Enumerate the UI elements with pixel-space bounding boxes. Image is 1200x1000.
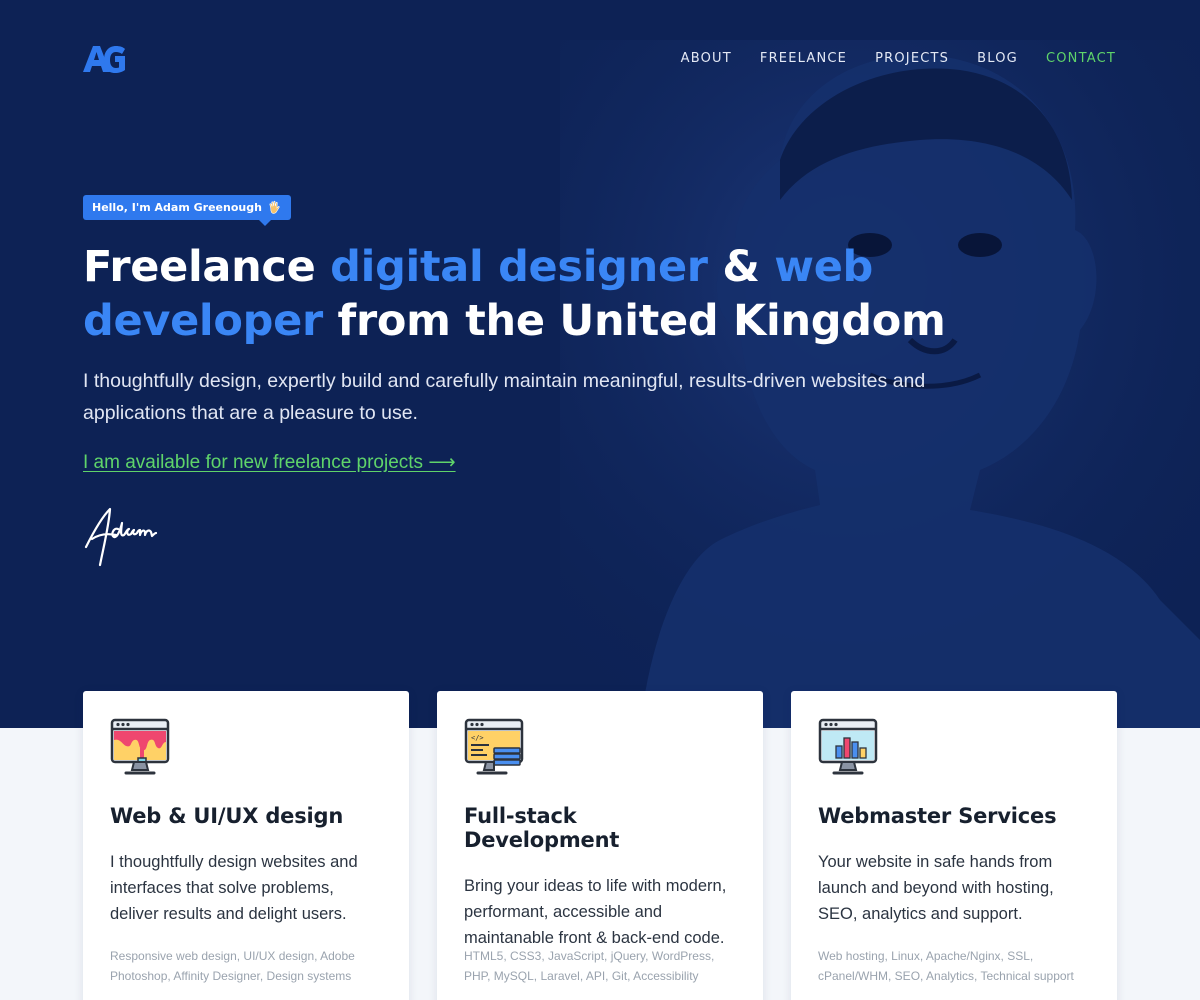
hero-section: ABOUT FREELANCE PROJECTS BLOG CONTACT He… bbox=[0, 0, 1200, 728]
code-monitor-icon: </> bbox=[464, 718, 524, 775]
services-cards: Web & UI/UX design I thoughtfully design… bbox=[83, 691, 1117, 1000]
card-title: Full-stack Development bbox=[464, 804, 620, 852]
headline-part-1: Freelance bbox=[83, 242, 331, 292]
card-description: Your website in safe hands from launch a… bbox=[818, 853, 1054, 923]
design-monitor-icon bbox=[110, 718, 170, 775]
analytics-monitor-icon bbox=[818, 718, 878, 775]
card-description: I thoughtfully design websites and inter… bbox=[110, 853, 358, 923]
card-description: Bring your ideas to life with modern, pe… bbox=[464, 877, 727, 947]
nav-about[interactable]: ABOUT bbox=[681, 51, 732, 66]
hero-intro: I thoughtfully design, expertly build an… bbox=[83, 370, 926, 424]
freelance-cta-link[interactable]: I am available for new freelance project… bbox=[83, 451, 456, 474]
card-tags: Web hosting, Linux, Apache/Nginx, SSL, c… bbox=[818, 949, 1074, 983]
card-tags: Responsive web design, UI/UX design, Ado… bbox=[110, 949, 355, 983]
card-title: Web & UI/UX design bbox=[110, 804, 344, 828]
headline-part-3: from the United Kingdom bbox=[322, 296, 946, 346]
card-tags: HTML5, CSS3, JavaScript, jQuery, WordPre… bbox=[464, 949, 715, 983]
headline-highlight-1: digital designer bbox=[330, 242, 708, 292]
hero-headline: Freelance digital designer & web develop… bbox=[83, 240, 983, 348]
card-title: Webmaster Services bbox=[818, 804, 1057, 828]
greeting-text: Hello, I'm Adam Greenough bbox=[92, 201, 262, 214]
nav-blog[interactable]: BLOG bbox=[977, 51, 1018, 66]
svg-text:</>: </> bbox=[471, 734, 484, 742]
headline-part-2: & bbox=[707, 242, 775, 292]
service-card-design: Web & UI/UX design I thoughtfully design… bbox=[83, 691, 409, 1000]
nav-contact[interactable]: CONTACT bbox=[1046, 51, 1116, 66]
main-nav: ABOUT FREELANCE PROJECTS BLOG CONTACT bbox=[681, 51, 1116, 66]
nav-freelance[interactable]: FREELANCE bbox=[760, 51, 847, 66]
greeting-badge: Hello, I'm Adam Greenough bbox=[83, 195, 291, 226]
service-card-webmaster: Webmaster Services Your website in safe … bbox=[791, 691, 1117, 1000]
nav-projects[interactable]: PROJECTS bbox=[875, 51, 949, 66]
logo-icon[interactable] bbox=[83, 44, 127, 74]
waving-hand-icon bbox=[269, 200, 280, 214]
signature-image bbox=[84, 507, 158, 567]
service-card-development: </> Full-stack Development Bring your id… bbox=[437, 691, 763, 1000]
